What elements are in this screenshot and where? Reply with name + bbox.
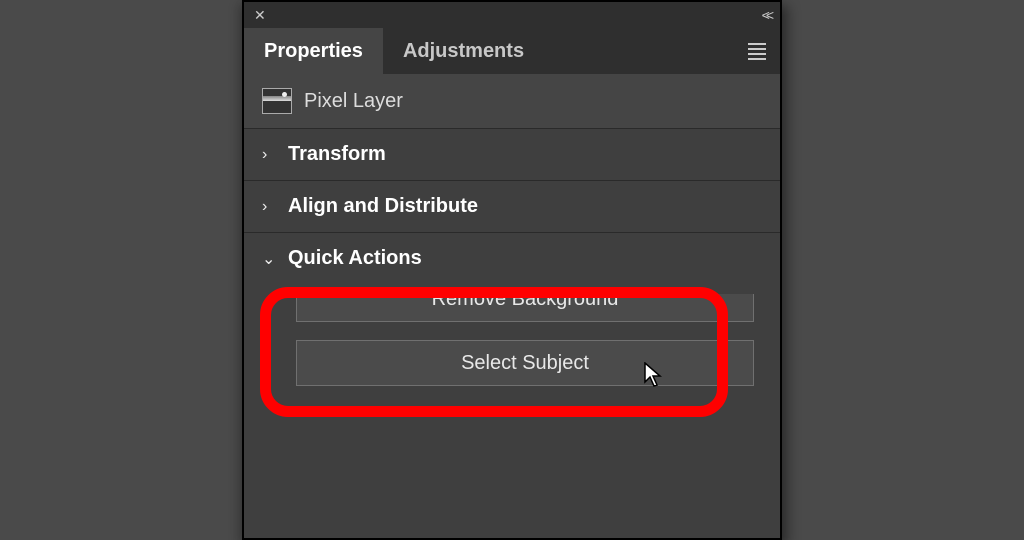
button-label: Select Subject	[461, 352, 589, 375]
remove-background-button[interactable]: Remove Background	[296, 294, 754, 322]
section-align[interactable]: › Align and Distribute	[244, 181, 780, 233]
tab-bar: Properties Adjustments	[244, 28, 780, 74]
button-label: Remove Background	[432, 294, 619, 311]
tab-properties[interactable]: Properties	[244, 28, 383, 74]
tab-label: Properties	[264, 40, 363, 63]
tab-adjustments[interactable]: Adjustments	[383, 28, 544, 74]
section-quick-actions[interactable]: ⌄ Quick Actions	[244, 233, 780, 284]
chevron-right-icon: ›	[262, 198, 278, 216]
layer-header: Pixel Layer	[244, 74, 780, 129]
layer-title: Pixel Layer	[304, 90, 403, 113]
collapse-icon[interactable]: <<	[762, 7, 770, 23]
menu-icon[interactable]	[748, 43, 766, 60]
close-icon[interactable]: ✕	[254, 7, 266, 24]
section-transform[interactable]: › Transform	[244, 129, 780, 181]
properties-panel: ✕ << Properties Adjustments Pixel Layer …	[242, 0, 782, 540]
panel-titlebar: ✕ <<	[244, 2, 780, 28]
chevron-down-icon: ⌄	[262, 249, 278, 269]
pixel-layer-icon	[262, 88, 292, 114]
chevron-right-icon: ›	[262, 146, 278, 164]
section-label: Align and Distribute	[288, 195, 478, 218]
quick-actions-list: Remove Background Select Subject	[244, 284, 780, 406]
tab-label: Adjustments	[403, 40, 524, 63]
section-label: Transform	[288, 143, 386, 166]
select-subject-button[interactable]: Select Subject	[296, 340, 754, 386]
section-label: Quick Actions	[288, 247, 422, 270]
